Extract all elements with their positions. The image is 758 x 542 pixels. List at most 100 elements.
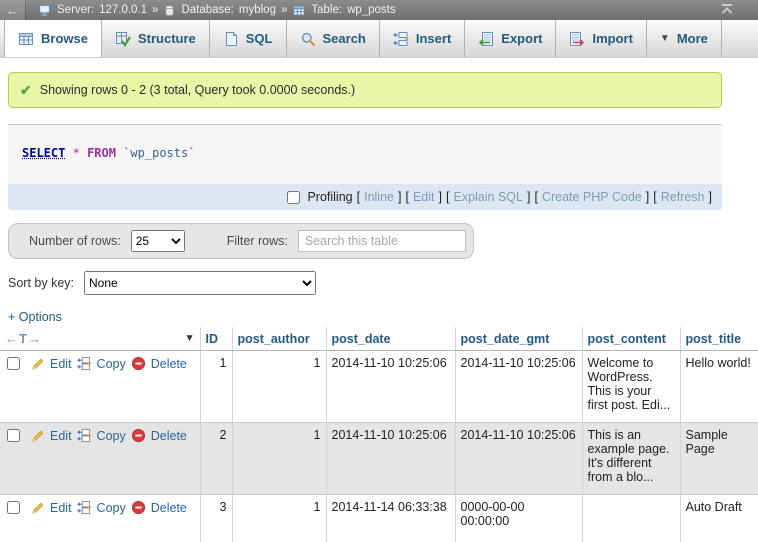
back-arrow-icon: ← (6, 3, 19, 18)
cell-post-title[interactable]: Sample Page (680, 423, 758, 495)
cell-post-content[interactable]: This is an example page. It's different … (582, 423, 680, 495)
cell-post-author[interactable]: 1 (232, 351, 326, 423)
table-row: Edit Copy Delete 1 1 2014-11-10 10:25:06… (0, 351, 758, 423)
cell-post-content[interactable]: Welcome to WordPress. This is your first… (582, 351, 680, 423)
column-header-post-content[interactable]: post_content (582, 327, 680, 351)
column-header-post-title[interactable]: post_title (680, 327, 758, 351)
edit-row-link[interactable]: Edit (50, 501, 72, 515)
bracket: [ (446, 190, 449, 204)
cell-post-date[interactable]: 2014-11-14 06:33:38 (326, 495, 455, 542)
results-table: ←T→ ▼ ID post_author post_date post_date… (0, 327, 758, 542)
filter-rows-input[interactable] (298, 230, 466, 252)
server-link[interactable]: 127.0.0.1 (99, 4, 147, 16)
number-of-rows-label: Number of rows: (29, 234, 121, 248)
table-label: Table: (311, 4, 342, 16)
row-checkbox[interactable] (7, 501, 20, 514)
table-link[interactable]: wp_posts (347, 4, 396, 16)
back-button[interactable]: ← (0, 0, 26, 20)
refresh-link[interactable]: Refresh (661, 190, 705, 204)
cell-id[interactable]: 3 (200, 495, 232, 542)
table-row: Edit Copy Delete 2 1 2014-11-10 10:25:06… (0, 423, 758, 495)
number-of-rows-select[interactable]: 25 (131, 230, 185, 252)
cell-post-title[interactable]: Auto Draft (680, 495, 758, 542)
database-label: Database: (181, 4, 233, 16)
delete-row-link[interactable]: Delete (151, 429, 187, 443)
copy-icon[interactable] (77, 500, 92, 515)
chevron-down-icon: ▼ (660, 33, 670, 44)
collapse-icon[interactable] (720, 3, 734, 18)
edit-row-link[interactable]: Edit (50, 357, 72, 371)
sql-query: SELECT * FROM `wp_posts` (22, 146, 195, 160)
profiling-label: Profiling (307, 190, 352, 204)
import-icon (569, 31, 585, 47)
tab-sql[interactable]: SQL (210, 20, 287, 57)
cell-post-date-gmt[interactable]: 2014-11-10 10:25:06 (455, 351, 582, 423)
column-header-id[interactable]: ID (200, 327, 232, 351)
rows-filter-bar: Number of rows: 25 Filter rows: (8, 223, 474, 259)
delete-icon[interactable] (131, 356, 146, 371)
row-checkbox[interactable] (7, 429, 20, 442)
create-php-code-link[interactable]: Create PHP Code (542, 190, 642, 204)
cell-post-title[interactable]: Hello world! (680, 351, 758, 423)
column-header-post-date[interactable]: post_date (326, 327, 455, 351)
database-link[interactable]: myblog (239, 4, 276, 16)
edit-query-link[interactable]: Edit (413, 190, 435, 204)
column-header-post-author[interactable]: post_author (232, 327, 326, 351)
status-text: Showing rows 0 - 2 (3 total, Query took … (40, 83, 355, 97)
delete-row-link[interactable]: Delete (151, 357, 187, 371)
breadcrumb: Server: 127.0.0.1 » Database: myblog » T… (26, 3, 396, 17)
edit-row-link[interactable]: Edit (50, 429, 72, 443)
browse-icon (18, 31, 34, 47)
tab-more[interactable]: ▼ More (647, 20, 722, 57)
pencil-icon[interactable] (31, 501, 45, 515)
delete-row-link[interactable]: Delete (151, 501, 187, 515)
copy-row-link[interactable]: Copy (97, 501, 126, 515)
cell-post-author[interactable]: 1 (232, 423, 326, 495)
filter-rows-label: Filter rows: (227, 234, 288, 248)
copy-icon[interactable] (77, 428, 92, 443)
sort-caret-icon[interactable]: ▼ (185, 333, 195, 344)
cell-post-date[interactable]: 2014-11-10 10:25:06 (326, 423, 455, 495)
inline-link[interactable]: Inline (364, 190, 394, 204)
copy-icon[interactable] (77, 356, 92, 371)
sql-query-box: SELECT * FROM `wp_posts` (8, 125, 722, 184)
tab-label: Structure (138, 31, 196, 46)
cell-post-author[interactable]: 1 (232, 495, 326, 542)
tab-insert[interactable]: Insert (380, 20, 465, 57)
bracket: [ (357, 190, 360, 204)
bracket: ] (439, 190, 442, 204)
status-message: ✔ Showing rows 0 - 2 (3 total, Query too… (8, 72, 722, 108)
structure-icon (115, 31, 131, 47)
tab-structure[interactable]: Structure (102, 20, 210, 57)
copy-row-link[interactable]: Copy (97, 357, 126, 371)
tab-import[interactable]: Import (556, 20, 646, 57)
cell-post-date[interactable]: 2014-11-10 10:25:06 (326, 351, 455, 423)
cell-id[interactable]: 2 (200, 423, 232, 495)
pencil-icon[interactable] (31, 357, 45, 371)
query-section: SELECT * FROM `wp_posts` Profiling [ Inl… (8, 124, 722, 210)
cell-id[interactable]: 1 (200, 351, 232, 423)
profiling-checkbox[interactable] (287, 191, 300, 204)
sort-by-key-select[interactable]: None (84, 271, 316, 295)
tab-label: Import (592, 31, 632, 46)
column-header-post-date-gmt[interactable]: post_date_gmt (455, 327, 582, 351)
column-arrows-icon[interactable]: ←T→ (5, 331, 42, 346)
cell-post-date-gmt[interactable]: 0000-00-00 00:00:00 (455, 495, 582, 542)
cell-post-date-gmt[interactable]: 2014-11-10 10:25:06 (455, 423, 582, 495)
cell-post-content[interactable] (582, 495, 680, 542)
header-row: ←T→ ▼ ID post_author post_date post_date… (0, 327, 758, 351)
explain-sql-link[interactable]: Explain SQL (453, 190, 522, 204)
tab-search[interactable]: Search (287, 20, 380, 57)
pencil-icon[interactable] (31, 429, 45, 443)
tab-label: Insert (416, 31, 451, 46)
tab-label: SQL (246, 31, 273, 46)
column-options-header: ←T→ ▼ (0, 327, 200, 351)
options-toggle[interactable]: + Options (8, 310, 62, 324)
tab-export[interactable]: Export (465, 20, 556, 57)
copy-row-link[interactable]: Copy (97, 429, 126, 443)
tab-label: Browse (41, 31, 88, 46)
delete-icon[interactable] (131, 500, 146, 515)
tab-browse[interactable]: Browse (4, 20, 102, 57)
row-checkbox[interactable] (7, 357, 20, 370)
delete-icon[interactable] (131, 428, 146, 443)
